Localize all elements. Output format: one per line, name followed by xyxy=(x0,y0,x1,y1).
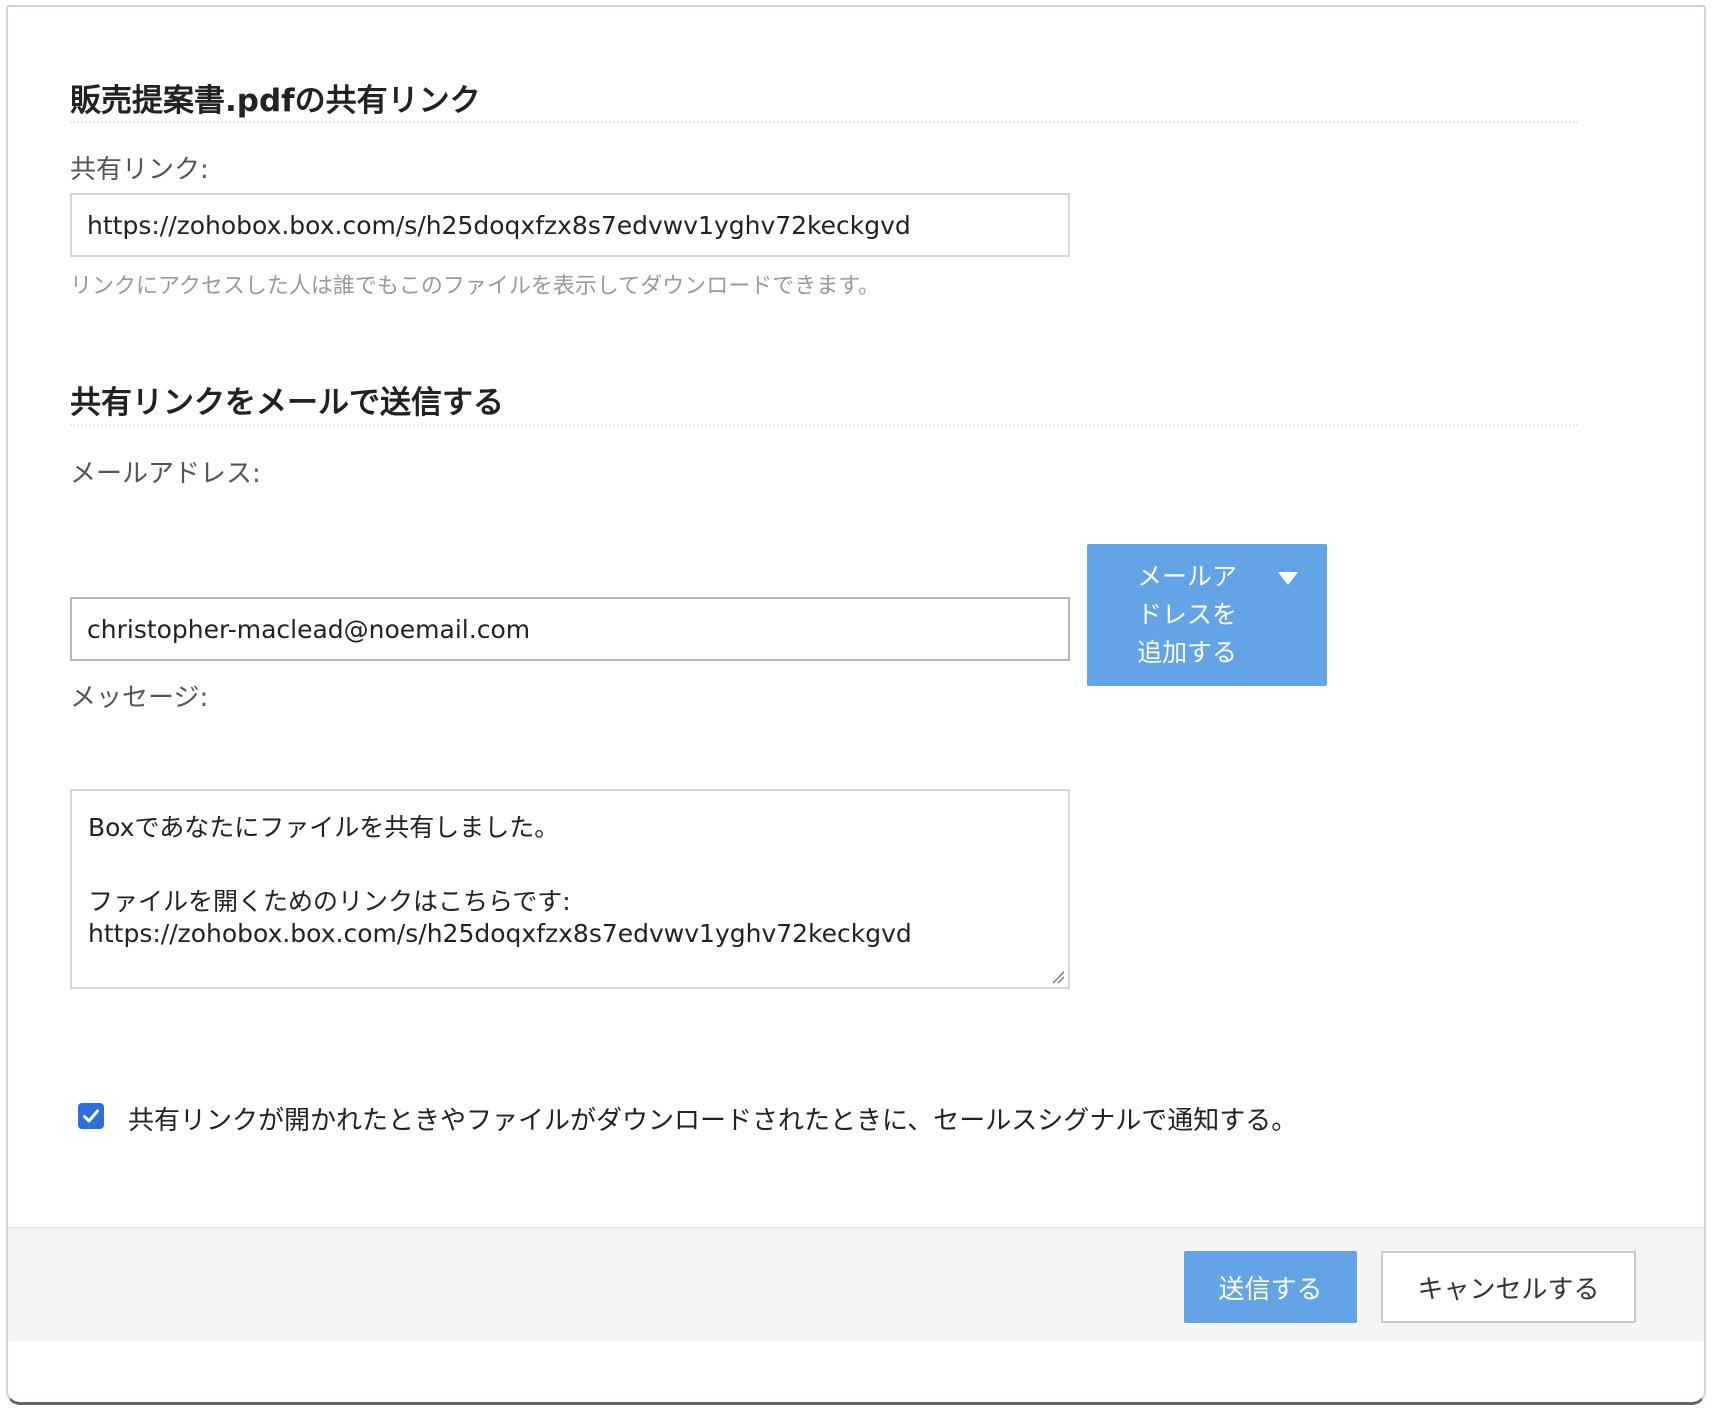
add-email-address-label: メールアドレスを追加する xyxy=(1137,562,1238,667)
email-address-input[interactable] xyxy=(70,597,1070,661)
dialog-footer: 送信する キャンセルする xyxy=(8,1227,1704,1341)
cancel-button[interactable]: キャンセルする xyxy=(1381,1251,1636,1323)
add-email-address-button[interactable]: メールアドレスを追加する xyxy=(1087,544,1327,686)
resize-grip-icon[interactable] xyxy=(1051,970,1065,984)
email-section-divider xyxy=(70,424,1578,426)
share-link-help-text: リンクにアクセスした人は誰でもこのファイルを表示してダウンロードできます。 xyxy=(70,274,881,299)
dialog-title: 販売提案書.pdfの共有リンク xyxy=(70,83,481,119)
share-link-dialog: 販売提案書.pdfの共有リンク 共有リンク: リンクにアクセスした人は誰でもこの… xyxy=(6,5,1706,1405)
title-divider xyxy=(70,121,1578,123)
share-link-input[interactable] xyxy=(70,193,1070,257)
message-textarea[interactable]: Boxであなたにファイルを共有しました。 ファイルを開くためのリンクはこちらです… xyxy=(70,789,1070,989)
message-line: ファイルを開くためのリンクはこちらです: xyxy=(88,887,571,916)
send-button[interactable]: 送信する xyxy=(1184,1251,1357,1323)
message-line: https://zohobox.box.com/s/h25doqxfzx8s7e… xyxy=(88,919,912,948)
notify-checkbox[interactable] xyxy=(78,1103,104,1129)
message-line: Boxであなたにファイルを共有しました。 xyxy=(88,813,560,842)
dropdown-caret-icon xyxy=(1278,572,1298,585)
email-address-label: メールアドレス: xyxy=(70,459,261,489)
email-section-title: 共有リンクをメールで送信する xyxy=(70,385,504,421)
share-link-label: 共有リンク: xyxy=(70,155,209,185)
checkmark-icon xyxy=(83,1109,99,1123)
message-label: メッセージ: xyxy=(70,683,209,713)
notify-checkbox-label[interactable]: 共有リンクが開かれたときやファイルがダウンロードされたときに、セールスシグナルで… xyxy=(128,1100,1297,1137)
